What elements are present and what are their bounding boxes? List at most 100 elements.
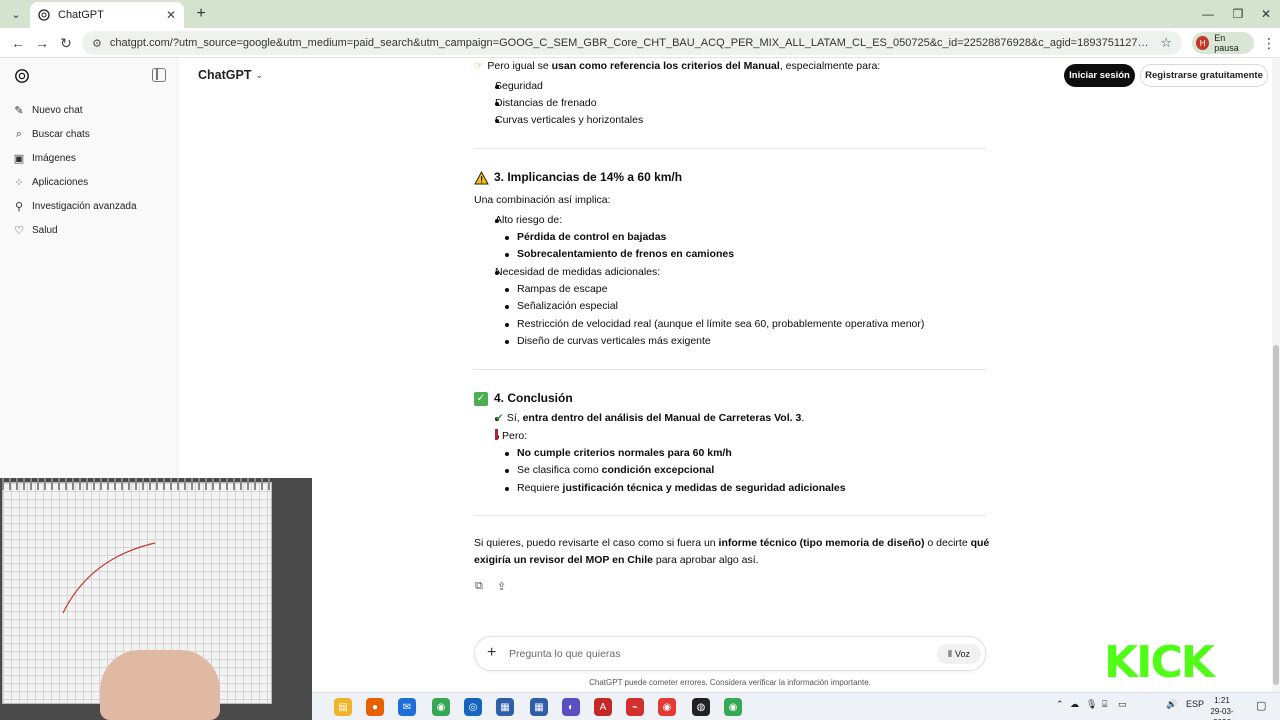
firefox-icon[interactable]: ●	[366, 698, 384, 716]
discord-icon[interactable]: ◐	[562, 698, 580, 716]
screen: ⌄ ChatGPT ✕ + — ❐ ✕ ← → ↻ ⚙ chatgpt.com/…	[0, 0, 1280, 720]
sketch-curve	[62, 542, 156, 614]
bullet-icon	[505, 323, 509, 327]
list-item: Se clasifica como condición excepcional	[517, 464, 715, 476]
acrobat-icon[interactable]: ⌁	[626, 698, 644, 716]
autocad-icon[interactable]: A	[594, 698, 612, 716]
address-bar[interactable]: ⚙ chatgpt.com/?utm_source=google&utm_med…	[82, 31, 1182, 55]
list-item: Necesidad de medidas adicionales:	[495, 266, 661, 278]
voice-button[interactable]: ⦀ Voz	[937, 644, 981, 664]
app-icon[interactable]: ◎	[464, 698, 482, 716]
microphone-icon[interactable]: 🎙	[1086, 699, 1097, 710]
list-item: Alto riesgo de:	[495, 214, 563, 226]
copy-icon[interactable]: ⧉	[475, 580, 487, 592]
chrome-2-icon[interactable]: ◉	[724, 698, 742, 716]
scrollbar-thumb[interactable]	[1273, 345, 1279, 685]
list-item: No cumple criterios normales para 60 km/…	[517, 447, 732, 459]
image-icon: ▣	[13, 152, 25, 165]
sidebar-item-salud[interactable]: ♡ Salud	[12, 220, 58, 240]
list-item: ✔ Sí, entra dentro del análisis del Manua…	[495, 412, 805, 424]
app-red-icon[interactable]: ◉	[658, 698, 676, 716]
bullet-icon	[505, 253, 509, 257]
minimize-icon[interactable]: —	[1196, 4, 1220, 24]
battery-icon[interactable]: ▭	[1118, 699, 1127, 710]
profile-chip[interactable]: H En pausa	[1192, 32, 1254, 54]
tab-close-icon[interactable]: ✕	[166, 8, 176, 22]
bullet-icon	[505, 236, 509, 240]
new-tab-icon[interactable]: +	[191, 4, 211, 24]
clock-date: 29-03-2026	[1210, 707, 1234, 720]
clock-time: 1:21	[1214, 696, 1230, 705]
sidebar-item-nuevo-chat[interactable]: ✎ Nuevo chat	[12, 100, 82, 120]
browser-tab[interactable]: ChatGPT ✕	[30, 2, 184, 28]
browser-menu-icon[interactable]: ⋮	[1262, 33, 1276, 53]
prompt-input[interactable]	[509, 645, 909, 663]
sidebar: ✎ Nuevo chat ⌕ Buscar chats ▣ Imágenes ⁘…	[0, 58, 178, 478]
check-box-icon: ✓	[474, 391, 488, 406]
sidebar-item-buscar-chats[interactable]: ⌕ Buscar chats	[12, 124, 90, 144]
volume-icon[interactable]: 🔊	[1166, 699, 1177, 710]
chatgpt-favicon-icon	[38, 9, 50, 21]
site-info-icon[interactable]: ⚙	[92, 37, 102, 50]
list-item: Rampas de escape	[517, 283, 608, 295]
openai-logo-icon[interactable]	[14, 68, 30, 84]
telescope-icon: ⚲	[14, 200, 24, 213]
sidebar-item-investigacion[interactable]: ⚲ Investigación avanzada	[12, 196, 137, 216]
webcam-overlay	[0, 478, 312, 720]
network-icon[interactable]: ⌸	[1102, 699, 1107, 710]
bullet-icon	[505, 305, 509, 309]
profile-status: En pausa	[1214, 33, 1239, 53]
chrome-icon[interactable]: ◉	[432, 698, 450, 716]
sidebar-toggle-icon[interactable]	[152, 68, 166, 82]
share-icon[interactable]: ⇪	[497, 580, 509, 593]
voice-wave-icon: ⦀	[948, 648, 952, 659]
divider	[474, 369, 986, 370]
close-window-icon[interactable]: ✕	[1254, 4, 1278, 24]
intro-line: ☞ Pero igual se usan como referencia los …	[474, 60, 881, 72]
notification-icon[interactable]: ▢	[1256, 699, 1266, 712]
tray-chevron-icon[interactable]: ⌃	[1056, 699, 1064, 710]
attach-plus-icon[interactable]: +	[487, 644, 496, 662]
search-icon: ⌕	[15, 127, 23, 140]
tab-search-icon[interactable]: ⌄	[6, 4, 26, 24]
forward-icon[interactable]: →	[32, 33, 52, 53]
bookmark-star-icon[interactable]: ☆	[1160, 35, 1172, 51]
file-explorer-icon[interactable]: ▤	[334, 698, 352, 716]
sidebar-item-aplicaciones[interactable]: ⁘ Aplicaciones	[12, 172, 88, 192]
closing-paragraph-line2: exigiría un revisor del MOP en Chile par…	[474, 554, 759, 566]
red-bar-icon	[495, 429, 498, 440]
list-item: Requiere justificación técnica y medidas…	[517, 482, 846, 494]
edit-icon: ✎	[14, 104, 24, 117]
bullet-icon	[505, 340, 509, 344]
list-item: Curvas verticales y horizontales	[495, 114, 644, 126]
list-item: Pero:	[495, 428, 527, 445]
sidebar-item-imagenes[interactable]: ▣ Imágenes	[12, 148, 76, 168]
divider	[474, 148, 986, 149]
reload-icon[interactable]: ↻	[56, 33, 76, 53]
bullet-icon	[505, 452, 509, 456]
cloud-icon[interactable]: ☁	[1070, 699, 1079, 710]
kick-logo: KICK	[1104, 637, 1215, 688]
grid-app-2-icon[interactable]: ▦	[530, 698, 548, 716]
sidebar-item-label: Imágenes	[32, 152, 76, 164]
signup-button[interactable]: Registrarse gratuitamente	[1140, 64, 1268, 87]
list-item: Restricción de velocidad real (aunque el…	[517, 318, 925, 330]
browser-toolbar: ← → ↻ ⚙ chatgpt.com/?utm_source=google&u…	[0, 28, 1280, 58]
model-name: ChatGPT	[198, 68, 252, 82]
clock[interactable]: 1:21 29-03-2026	[1204, 695, 1240, 720]
bullet-icon	[505, 288, 509, 292]
maximize-icon[interactable]: ❐	[1226, 4, 1250, 24]
login-button[interactable]: Iniciar sesión	[1064, 64, 1135, 87]
mail-icon[interactable]: ✉	[398, 698, 416, 716]
check-mark-icon: ✔	[495, 412, 504, 424]
url-text: chatgpt.com/?utm_source=google&utm_mediu…	[109, 37, 1152, 49]
list-item: Diseño de curvas verticales más exigente	[517, 335, 711, 347]
profile-avatar: H	[1196, 36, 1210, 50]
language-indicator[interactable]: ESP	[1186, 699, 1204, 709]
obs-icon[interactable]: ◍	[692, 698, 710, 716]
closing-paragraph-line1: Si quieres, puedo revisarte el caso como…	[474, 537, 990, 549]
back-icon[interactable]: ←	[8, 33, 28, 53]
grid-app-icon[interactable]: ▦	[496, 698, 514, 716]
section-heading: ✓ 4. Conclusión	[474, 390, 573, 407]
model-selector[interactable]: ChatGPT ⌄	[198, 68, 263, 82]
